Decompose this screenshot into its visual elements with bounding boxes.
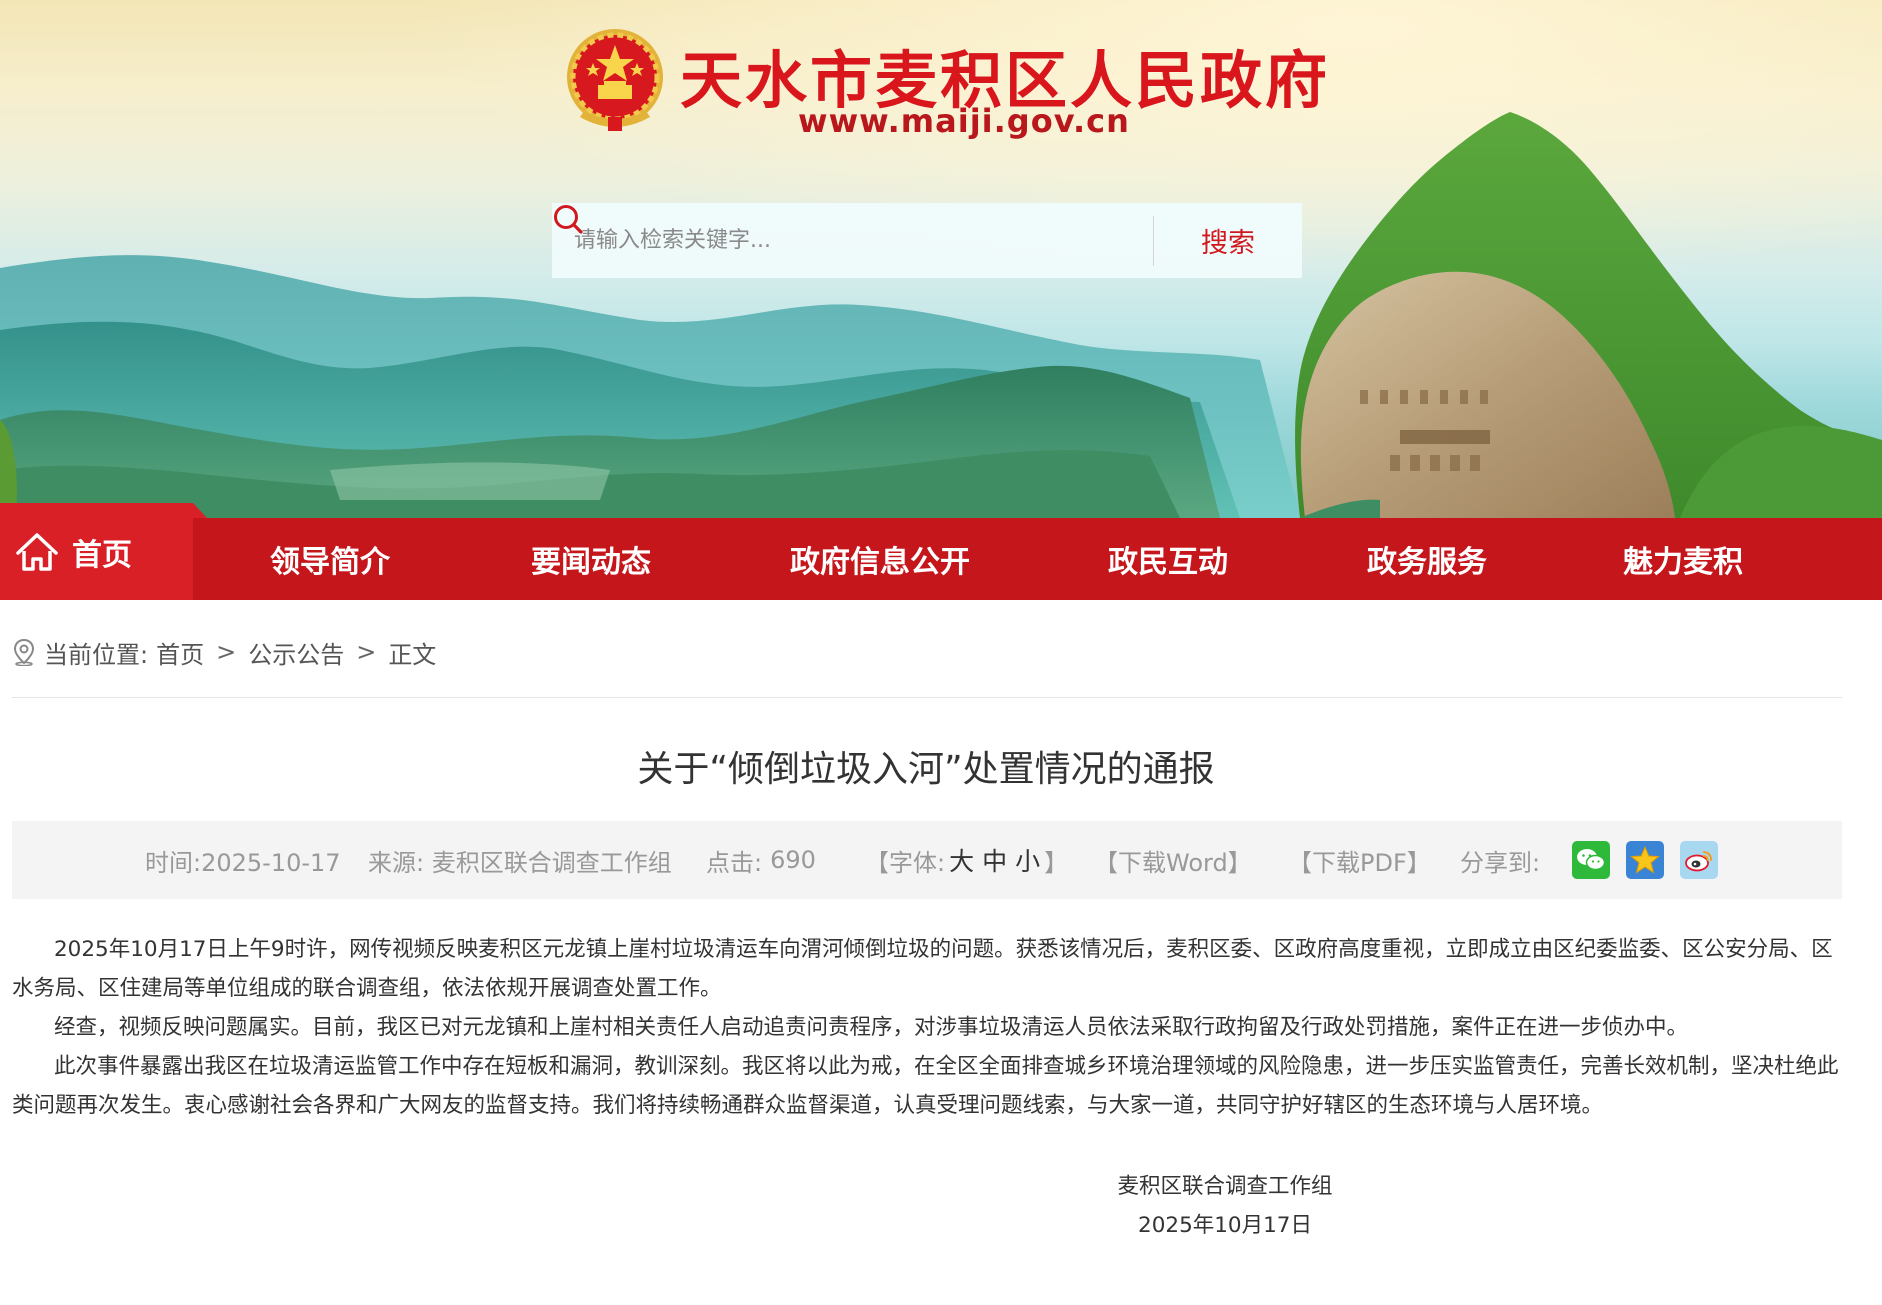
breadcrumb-notices-link[interactable]: 公示公告 [248,635,344,670]
article-paragraph: 2025年10月17日上午9时许，网传视频反映麦积区元龙镇上崖村垃圾清运车向渭河… [12,937,1833,1001]
national-emblem-logo [560,25,670,137]
article-clicks: 点击: 690 [706,821,816,899]
nav-item-news[interactable]: 要闻动态 [467,518,715,600]
search-icon [554,205,583,234]
breadcrumb-divider [12,697,1842,698]
article-paragraph: 此次事件暴露出我区在垃圾清运监管工作中存在短板和漏洞，教训深刻。我区将以此为戒，… [12,1054,1839,1118]
article-meta-bar: 时间:2025-10-17 来源: 麦积区联合调查工作组 点击: 690 【字体… [12,821,1842,899]
breadcrumb-current: 正文 [388,640,437,669]
weibo-icon[interactable] [1680,841,1718,879]
article-title: 关于“倾倒垃圾入河”处置情况的通报 [637,749,1215,790]
search-button[interactable]: 搜索 [554,203,1302,278]
article-signature: 麦积区联合调查工作组 2025年10月17日 [1100,1167,1350,1245]
breadcrumb-home-link[interactable]: 首页 [156,635,204,670]
font-size-open: 【字体: [865,848,946,877]
wechat-icon[interactable] [1572,841,1610,879]
nav-item-charm-maiji[interactable]: 魅力麦积 [1563,518,1803,600]
nav-items: 领导简介 要闻动态 政府信息公开 政民互动 政务服务 魅力麦积 [193,518,1882,600]
nav-item-home[interactable]: 首页 [0,503,207,600]
clicks-count: 690 [770,846,816,874]
article-source: 来源: 麦积区联合调查工作组 [368,848,672,877]
qzone-star-icon[interactable] [1626,841,1664,879]
home-icon [16,532,58,571]
clicks-label: 点击: [706,848,763,877]
font-size-switcher: 【字体: 大 中 小 】 [865,821,1068,899]
nav-item-services[interactable]: 政务服务 [1291,518,1563,600]
breadcrumb: 当前位置: 首页 > 公示公告 > 正文 [12,632,436,672]
font-size-medium[interactable]: 中 [982,842,1007,878]
header-banner: 天水市麦积区人民政府 www.maiji.gov.cn 搜索 [0,0,1882,518]
article-paragraph: 经查，视频反映问题属实。目前，我区已对元龙镇和上崖村相关责任人启动追责问责程序，… [54,1015,1689,1040]
article-body: 2025年10月17日上午9时许，网传视频反映麦积区元龙镇上崖村垃圾清运车向渭河… [12,930,1844,1125]
nav-item-gov-info[interactable]: 政府信息公开 [715,518,1045,600]
signature-org: 麦积区联合调查工作组 [1117,1174,1333,1199]
share-icons [1572,821,1718,899]
nav-home-label: 首页 [72,537,132,573]
search-button-label: 搜索 [1201,228,1255,259]
location-pin-icon [13,638,35,666]
share-label: 分享到: [1460,848,1541,877]
search-bar: 搜索 [552,203,1302,278]
download-word-link[interactable]: 【下载Word】 [1094,821,1252,899]
font-size-small[interactable]: 小 [1015,842,1040,878]
search-input[interactable] [552,203,1153,278]
site-url: www.maiji.gov.cn [798,102,1130,140]
font-size-close: 】 [1044,848,1069,877]
nav-item-leaders[interactable]: 领导简介 [193,518,467,600]
font-size-large[interactable]: 大 [949,842,974,878]
breadcrumb-separator: > [216,638,237,666]
download-pdf-link[interactable]: 【下载PDF】 [1288,821,1431,899]
breadcrumb-label: 当前位置: [44,640,149,669]
article-time: 时间:2025-10-17 [145,848,341,877]
signature-date: 2025年10月17日 [1138,1213,1312,1238]
breadcrumb-separator: > [356,638,377,666]
nav-item-interaction[interactable]: 政民互动 [1045,518,1291,600]
